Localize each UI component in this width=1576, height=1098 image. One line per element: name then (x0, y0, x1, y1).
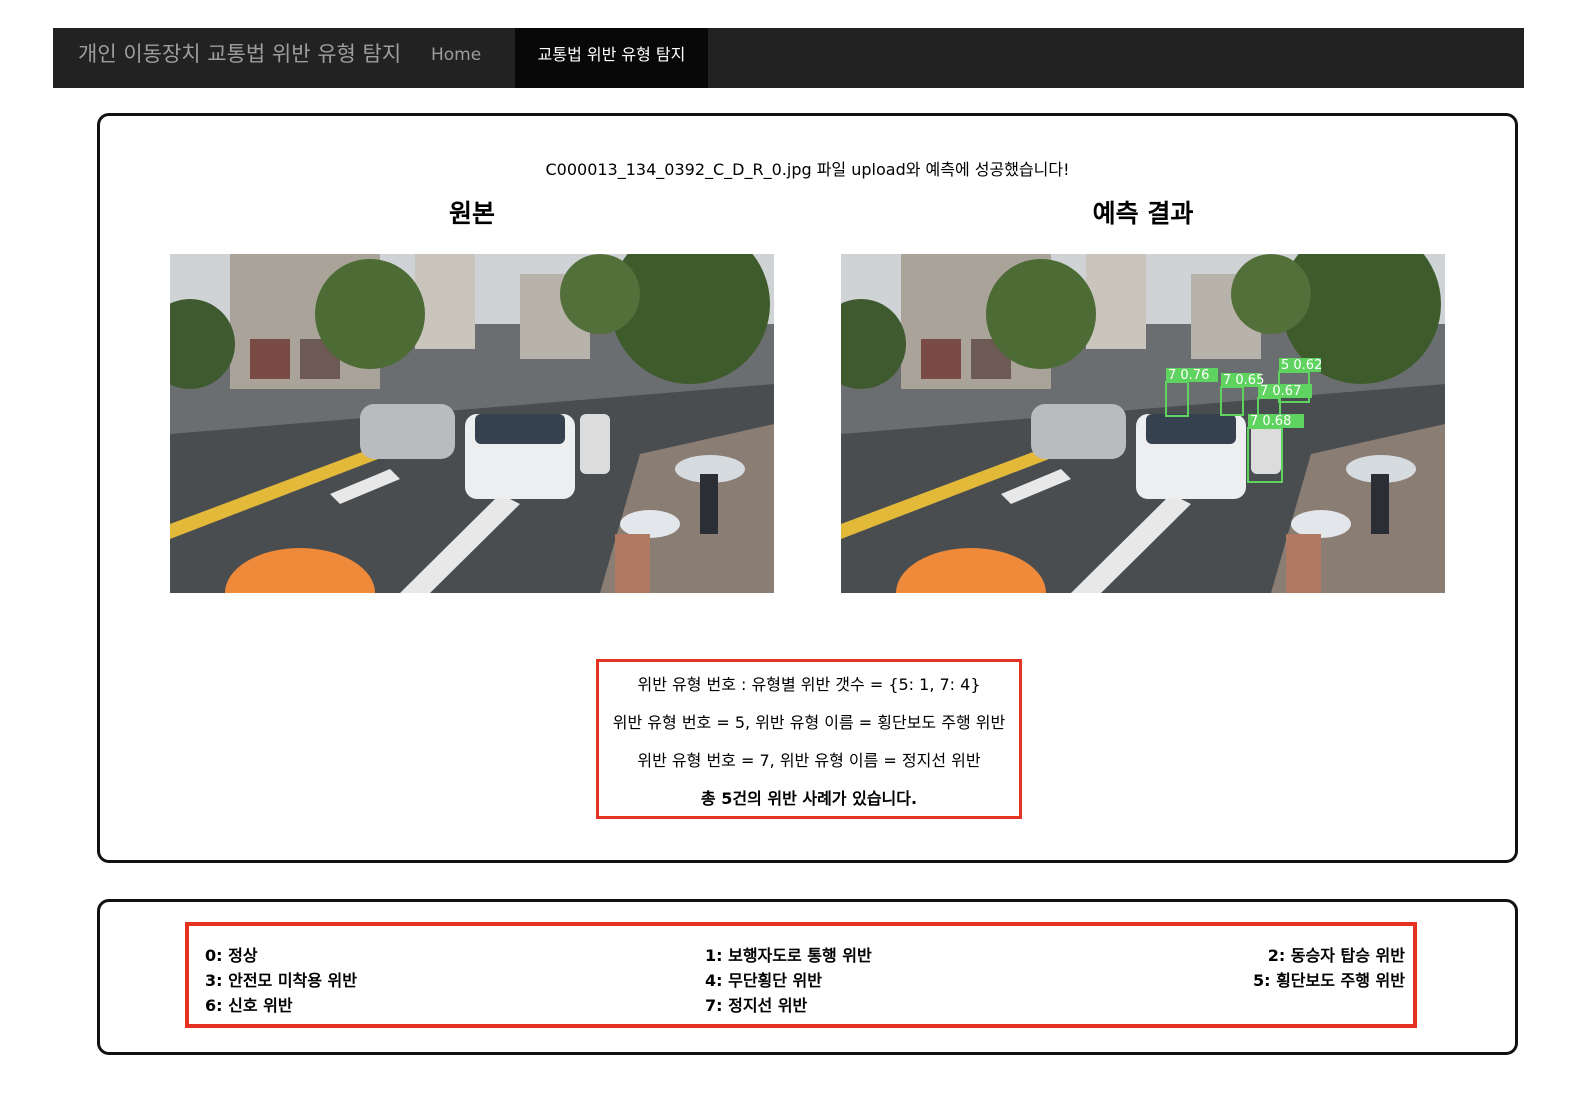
legend-panel: 0: 정상 1: 보행자도로 통행 위반 2: 동승자 탑승 위반 3: 안전모… (97, 899, 1518, 1055)
legend-item: 1: 보행자도로 통행 위반 (705, 946, 872, 965)
summary-counts: 위반 유형 번호 : 유형별 위반 갯수 = {5: 1, 7: 4} (637, 675, 981, 694)
navbar: 개인 이동장치 교통법 위반 유형 탐지 Home 교통법 위반 유형 탐지 (53, 28, 1524, 88)
legend-item: 3: 안전모 미착용 위반 (205, 971, 358, 990)
detection-label: 7 0.68 (1250, 414, 1291, 429)
navbar-brand[interactable]: 개인 이동장치 교통법 위반 유형 탐지 (78, 28, 401, 88)
original-image (170, 254, 774, 593)
upload-success-message: C000013_134_0392_C_D_R_0.jpg 파일 upload와 … (545, 160, 1070, 179)
detection-label: 7 0.67 (1260, 384, 1301, 399)
legend-item: 4: 무단횡단 위반 (705, 971, 822, 990)
violation-type-legend: 0: 정상 1: 보행자도로 통행 위반 2: 동승자 탑승 위반 3: 안전모… (185, 922, 1417, 1028)
prediction-title: 예측 결과 (1092, 199, 1194, 228)
legend-item: 0: 정상 (205, 946, 258, 965)
summary-total: 총 5건의 위반 사례가 있습니다. (700, 789, 918, 808)
original-title: 원본 (448, 199, 495, 228)
summary-type-7: 위반 유형 번호 = 7, 위반 유형 이름 = 정지선 위반 (637, 751, 981, 770)
violation-summary-box: 위반 유형 번호 : 유형별 위반 갯수 = {5: 1, 7: 4} 위반 유… (596, 659, 1022, 819)
result-panel: C000013_134_0392_C_D_R_0.jpg 파일 upload와 … (97, 113, 1518, 863)
nav-home-link[interactable]: Home (431, 28, 481, 88)
detection-label: 5 0.62 (1281, 358, 1322, 373)
summary-type-5: 위반 유형 번호 = 5, 위반 유형 이름 = 횡단보도 주행 위반 (612, 713, 1006, 732)
nav-violation-detection-link[interactable]: 교통법 위반 유형 탐지 (515, 28, 708, 88)
prediction-image: 5 0.62 7 0.76 7 0.65 7 0.67 7 0.68 (841, 254, 1445, 593)
legend-item: 7: 정지선 위반 (705, 996, 808, 1015)
legend-item: 5: 횡단보도 주행 위반 (1252, 971, 1405, 990)
legend-item: 2: 동승자 탑승 위반 (1267, 946, 1405, 965)
detection-label: 7 0.76 (1168, 368, 1209, 383)
legend-item: 6: 신호 위반 (205, 996, 293, 1015)
